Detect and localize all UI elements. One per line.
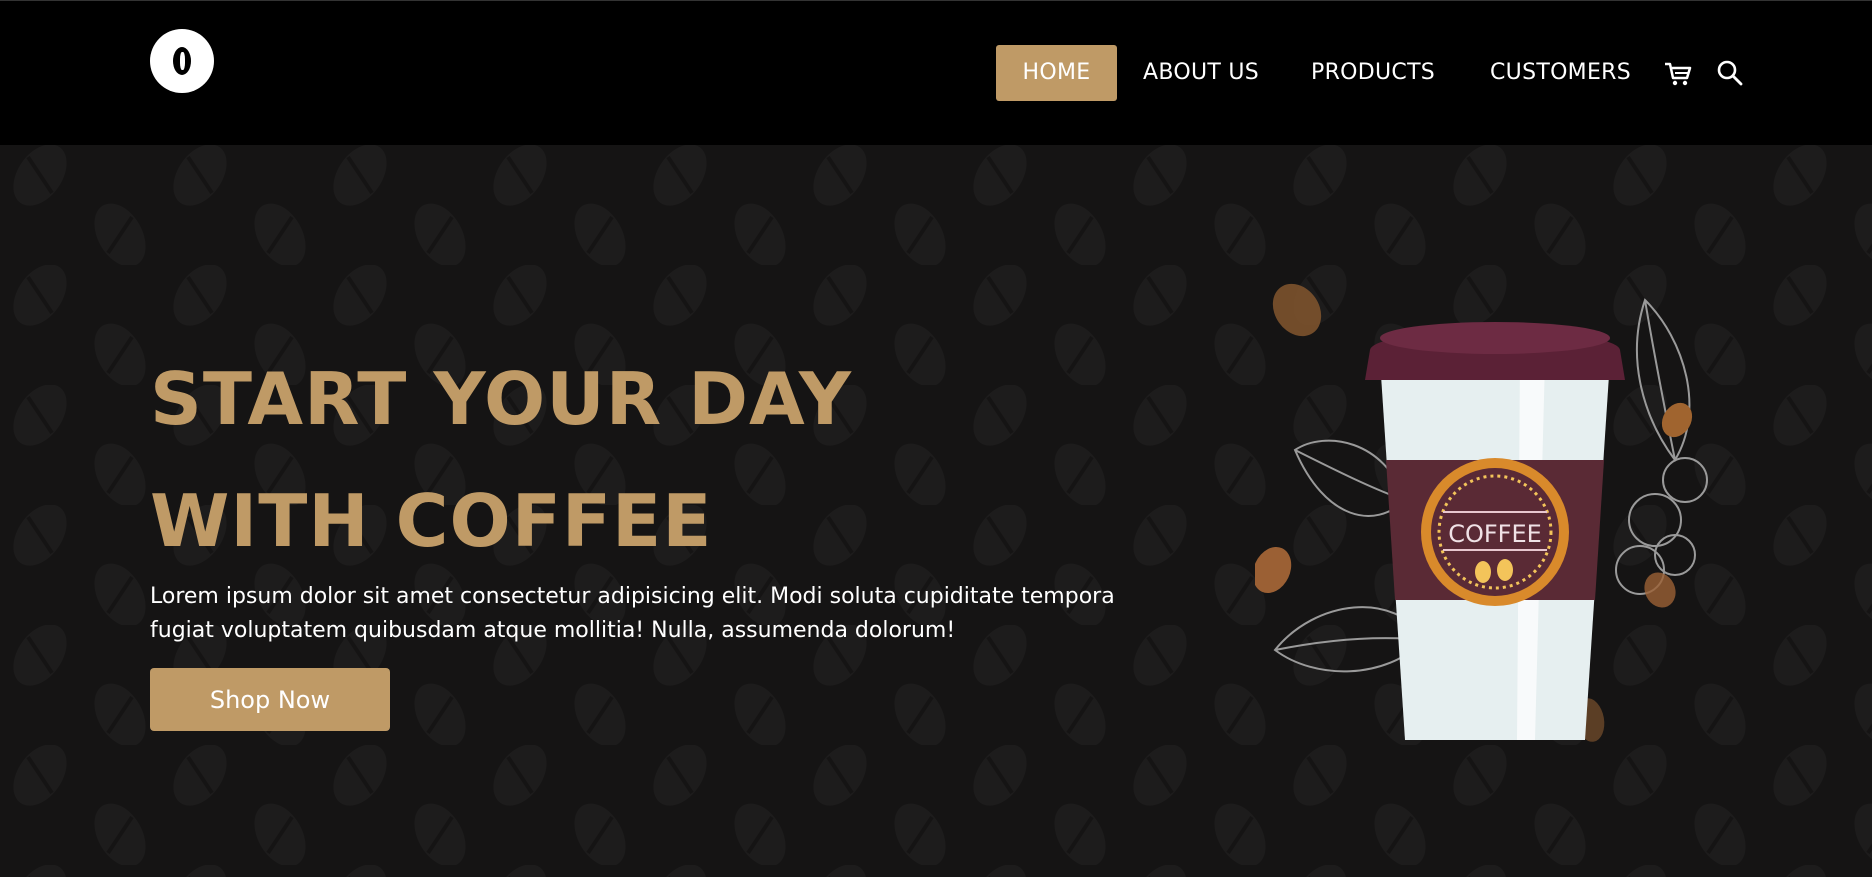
nav-about-link[interactable]: ABOUT US	[1143, 45, 1259, 101]
shop-now-button[interactable]: Shop Now	[150, 668, 390, 731]
coffee-cup-illustration: COFFEE	[1252, 280, 1735, 760]
nav-customers-link[interactable]: CUSTOMERS	[1490, 45, 1631, 101]
search-icon[interactable]	[1716, 59, 1746, 89]
coffee-bean-logo-icon	[173, 47, 191, 75]
hero-headline: START YOUR DAY WITH COFFEE	[150, 338, 852, 582]
hero-headline-line-2: WITH COFFEE	[150, 479, 713, 563]
top-navbar: HOME ABOUT US PRODUCTS CUSTOMERS	[0, 0, 1872, 145]
hero-description: Lorem ipsum dolor sit amet consectetur a…	[150, 584, 1115, 643]
nav-home-link[interactable]: HOME	[996, 45, 1117, 101]
brand-logo[interactable]	[150, 29, 214, 93]
hero-headline-line-1: START YOUR DAY	[150, 357, 852, 441]
cart-icon[interactable]	[1663, 59, 1693, 89]
nav-products-link[interactable]: PRODUCTS	[1311, 45, 1435, 101]
cup-label: COFFEE	[1448, 520, 1542, 548]
